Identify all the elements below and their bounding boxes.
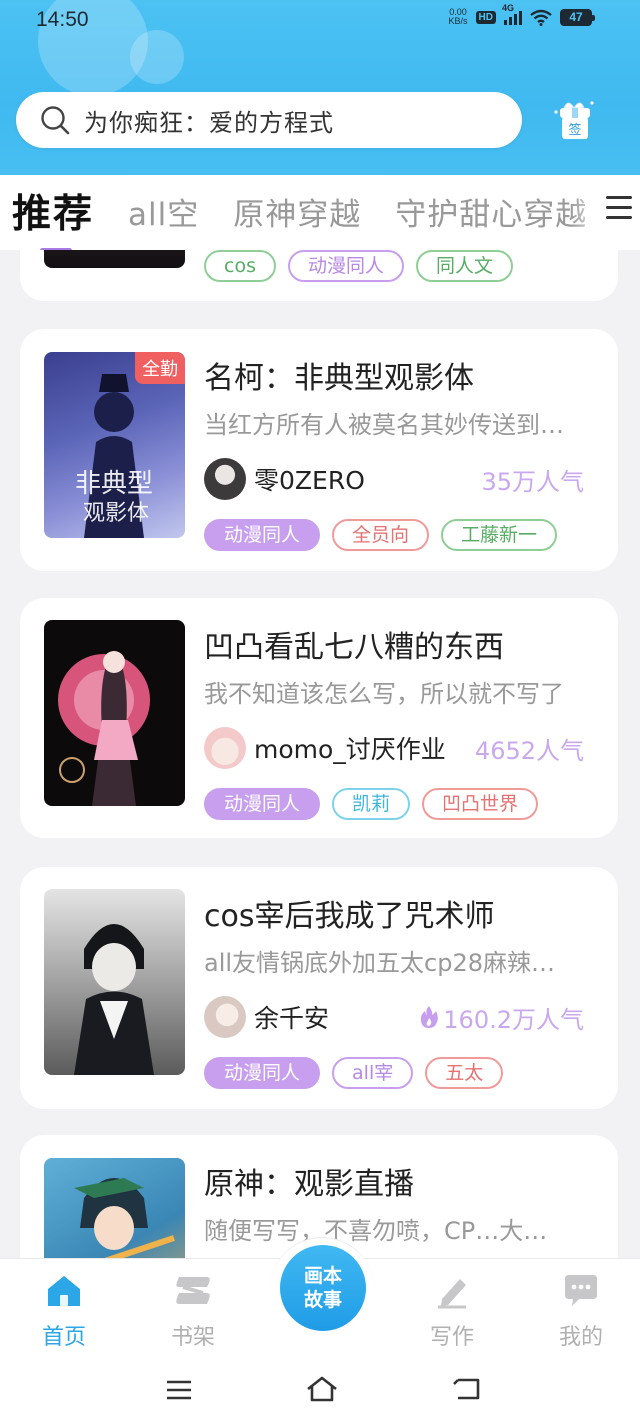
system-nav-bar bbox=[0, 1358, 640, 1423]
hd-icon: HD bbox=[475, 10, 496, 24]
tag[interactable]: 凯莉 bbox=[332, 788, 411, 820]
menu-icon[interactable] bbox=[165, 1378, 193, 1402]
app-header: 14:50 0.00 KB/s HD 4G 47 为你痴狂：爱的方程式 签 bbox=[0, 0, 640, 175]
tab-genshin[interactable]: 原神穿越 bbox=[233, 189, 361, 234]
tabs-menu-icon[interactable] bbox=[606, 196, 632, 224]
author-row: 零0ZERO 35万人气 bbox=[204, 457, 584, 501]
book-title[interactable]: 原神：观影直播 bbox=[204, 1159, 414, 1203]
book-title[interactable]: cos宰后我成了咒术师 bbox=[204, 891, 494, 935]
signal-icon: 4G bbox=[502, 3, 522, 25]
checkin-gift-icon[interactable]: 签 bbox=[550, 96, 598, 144]
wifi-icon bbox=[530, 9, 552, 26]
book-card[interactable]: cos宰后我成了咒术师 all友情锅底外加五太cp28麻辣… 余千安 160.2… bbox=[20, 867, 618, 1109]
pen-icon bbox=[438, 1279, 466, 1309]
nav-mine[interactable]: 我的 bbox=[536, 1273, 626, 1351]
tag[interactable]: 全员向 bbox=[332, 519, 430, 551]
book-cover bbox=[44, 620, 185, 806]
vip-badge: 全勤 bbox=[135, 352, 185, 384]
tag-row: 动漫同人 凯莉 凹凸世界 bbox=[204, 788, 539, 820]
tag-row: 动漫同人 全员向 工藤新一 bbox=[204, 519, 558, 551]
status-bar: 14:50 0.00 KB/s HD 4G 47 bbox=[0, 0, 640, 42]
battery-icon: 47 bbox=[560, 8, 595, 26]
tag-row: 动漫同人 all宰 五太 bbox=[204, 1057, 504, 1089]
popularity: 4652人气 bbox=[474, 736, 584, 765]
book-desc: 随便写写，不喜勿喷，CP…大… bbox=[204, 1217, 548, 1245]
tag[interactable]: 动漫同人 bbox=[204, 788, 321, 820]
tag[interactable]: all宰 bbox=[332, 1057, 414, 1089]
bookshelf-icon bbox=[176, 1277, 210, 1304]
nav-home[interactable]: 首页 bbox=[19, 1273, 109, 1351]
tab-shugo-chara[interactable]: 守护甜心穿越 bbox=[395, 189, 587, 234]
book-title[interactable]: 凹凸看乱七八糟的东西 bbox=[204, 622, 504, 666]
popularity: 160.2万人气 bbox=[419, 1000, 584, 1035]
avatar[interactable] bbox=[204, 458, 246, 500]
chat-bubble-icon bbox=[565, 1275, 597, 1306]
tab-recommended[interactable]: 推荐 bbox=[12, 183, 94, 250]
author-row: momo_讨厌作业 4652人气 bbox=[204, 726, 584, 770]
svg-text:非典型: 非典型 bbox=[75, 469, 153, 499]
tag[interactable]: 动漫同人 bbox=[204, 519, 321, 551]
author-name[interactable]: 零0ZERO bbox=[254, 461, 481, 497]
book-cover: 非典型 观影体 全勤 bbox=[44, 352, 185, 538]
nav-picture-story-button[interactable]: 画本 故事 bbox=[280, 1245, 366, 1331]
svg-text:签: 签 bbox=[568, 122, 581, 138]
tag[interactable]: cos bbox=[204, 250, 276, 282]
nav-write[interactable]: 写作 bbox=[407, 1273, 497, 1351]
author-row: 余千安 160.2万人气 bbox=[204, 995, 584, 1039]
home-button-icon[interactable] bbox=[305, 1375, 339, 1403]
tag[interactable]: 同人文 bbox=[416, 250, 514, 282]
book-desc: all友情锅底外加五太cp28麻辣… bbox=[204, 949, 556, 977]
author-name[interactable]: momo_讨厌作业 bbox=[254, 730, 475, 766]
avatar[interactable] bbox=[204, 996, 246, 1038]
tab-all-kong[interactable]: all空 bbox=[128, 189, 199, 234]
book-card[interactable]: 非典型 观影体 全勤 名柯：非典型观影体 当红方所有人被莫名其妙传送到… 零0Z… bbox=[20, 329, 618, 571]
bottom-nav: 首页 书架 画本 故事 写作 我的 bbox=[0, 1237, 640, 1358]
book-desc: 我不知道该怎么写，所以就不写了 bbox=[204, 680, 564, 708]
cover-art bbox=[74, 924, 154, 1075]
book-desc: 当红方所有人被莫名其妙传送到… bbox=[204, 411, 564, 439]
status-time: 14:50 bbox=[36, 8, 89, 31]
book-cover bbox=[44, 889, 185, 1075]
tag[interactable]: 五太 bbox=[425, 1057, 504, 1089]
cover-art bbox=[58, 650, 150, 806]
flame-icon bbox=[421, 1006, 439, 1028]
category-tabs: 推荐 all空 原神穿越 守护甜心穿越 bbox=[0, 172, 640, 250]
popularity: 35万人气 bbox=[481, 467, 584, 496]
search-bar[interactable]: 为你痴狂：爱的方程式 bbox=[16, 92, 522, 148]
net-speed: 0.00 KB/s bbox=[448, 7, 468, 26]
tag[interactable]: 凹凸世界 bbox=[422, 788, 539, 820]
search-placeholder: 为你痴狂：爱的方程式 bbox=[84, 108, 334, 137]
tag-row: cos 动漫同人 同人文 bbox=[204, 250, 514, 282]
back-icon[interactable] bbox=[452, 1376, 484, 1402]
book-title[interactable]: 名柯：非典型观影体 bbox=[204, 353, 474, 397]
home-icon bbox=[48, 1276, 80, 1306]
book-card[interactable]: 凹凸看乱七八糟的东西 我不知道该怎么写，所以就不写了 momo_讨厌作业 465… bbox=[20, 598, 618, 838]
status-icons: 0.00 KB/s HD 4G 47 bbox=[448, 3, 595, 26]
tag[interactable]: 工藤新一 bbox=[441, 519, 558, 551]
tag[interactable]: 动漫同人 bbox=[287, 250, 404, 282]
svg-text:观影体: 观影体 bbox=[83, 501, 149, 526]
nav-bookshelf[interactable]: 书架 bbox=[148, 1273, 238, 1351]
author-name[interactable]: 余千安 bbox=[254, 999, 419, 1035]
avatar[interactable] bbox=[204, 727, 246, 769]
search-icon bbox=[41, 106, 70, 135]
tag[interactable]: 动漫同人 bbox=[204, 1057, 321, 1089]
